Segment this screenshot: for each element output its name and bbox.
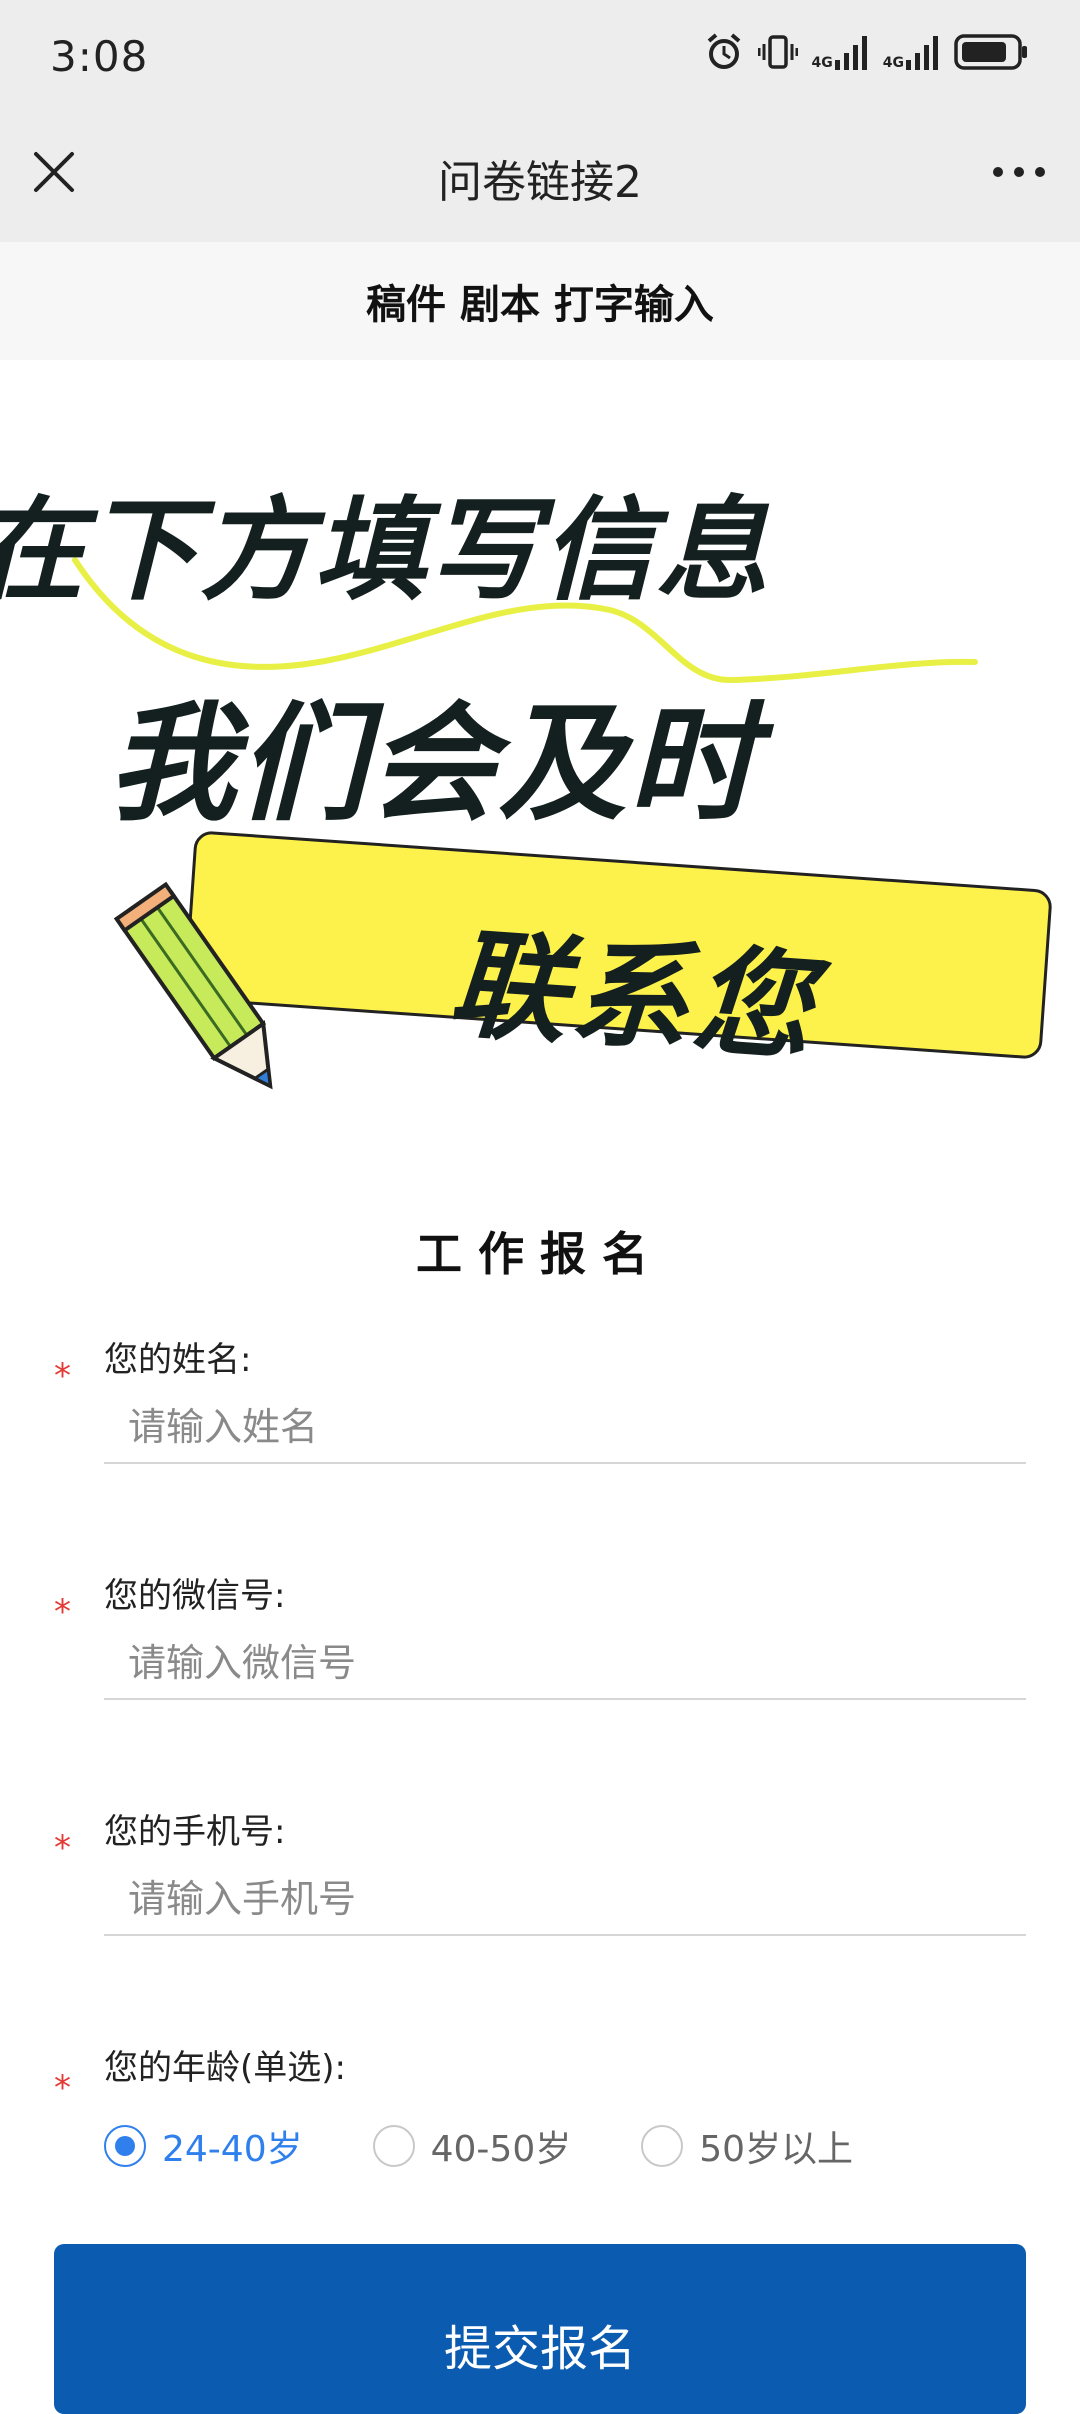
required-mark: * xyxy=(54,1828,71,1868)
wechat-input[interactable] xyxy=(104,1628,1026,1700)
network-label-1: 4G xyxy=(811,55,833,71)
banner: 在下方填写信息 我们会及时 联系您 xyxy=(0,360,1080,1140)
network-label-2: 4G xyxy=(882,55,904,71)
submit-button[interactable]: 提交报名 xyxy=(54,2244,1026,2414)
banner-line-1: 在下方填写信息 xyxy=(0,486,770,616)
phone-label: 您的手机号: xyxy=(104,1812,286,1852)
sub-header-text: 稿件 剧本 打字输入 xyxy=(366,282,714,328)
age-option-label[interactable]: 50岁以上 xyxy=(699,2120,853,2172)
vibrate-icon xyxy=(757,35,798,69)
alarm-icon xyxy=(707,33,740,69)
battery-icon xyxy=(954,34,1027,70)
required-mark: * xyxy=(54,2068,71,2108)
signal-icon xyxy=(834,36,867,70)
age-label: 您的年龄(单选): xyxy=(104,2048,346,2088)
required-mark: * xyxy=(54,1592,71,1632)
signal-group-2: 4G xyxy=(883,34,940,70)
age-radio-group: 24-40岁 40-50岁 50岁以上 xyxy=(104,2120,923,2172)
age-option-label[interactable]: 40-50岁 xyxy=(431,2120,572,2172)
phone-input[interactable] xyxy=(104,1864,1026,1936)
sub-header: 稿件 剧本 打字输入 xyxy=(0,242,1080,360)
signal-group-1: 4G xyxy=(812,34,869,70)
age-option-2[interactable]: 40-50岁 xyxy=(372,2120,572,2172)
name-label: 您的姓名: xyxy=(104,1340,252,1380)
signal-icon xyxy=(906,36,938,70)
radio-checked-icon[interactable] xyxy=(104,2125,146,2167)
status-time: 3:08 xyxy=(50,32,149,81)
name-input[interactable] xyxy=(104,1392,1026,1464)
page-title: 问卷链接2 xyxy=(438,157,642,208)
age-option-label[interactable]: 24-40岁 xyxy=(162,2120,303,2172)
status-bar: 3:08 4G 4G xyxy=(0,0,1080,118)
form-title: 工作报名 xyxy=(416,1227,664,1281)
age-option-1[interactable]: 24-40岁 xyxy=(104,2120,303,2172)
age-option-3[interactable]: 50岁以上 xyxy=(641,2120,853,2172)
wechat-label: 您的微信号: xyxy=(104,1576,286,1616)
pencil-icon xyxy=(113,881,273,1090)
banner-tag-text: 联系您 xyxy=(444,914,820,1078)
status-icons: 4G 4G xyxy=(704,32,1028,72)
radio-unchecked-icon[interactable] xyxy=(641,2125,684,2167)
required-mark: * xyxy=(54,1356,71,1396)
more-icon[interactable] xyxy=(992,162,1046,182)
radio-unchecked-icon[interactable] xyxy=(372,2125,415,2167)
banner-line-2: 我们会及时 xyxy=(108,690,759,839)
nav-bar: 问卷链接2 xyxy=(0,118,1080,242)
